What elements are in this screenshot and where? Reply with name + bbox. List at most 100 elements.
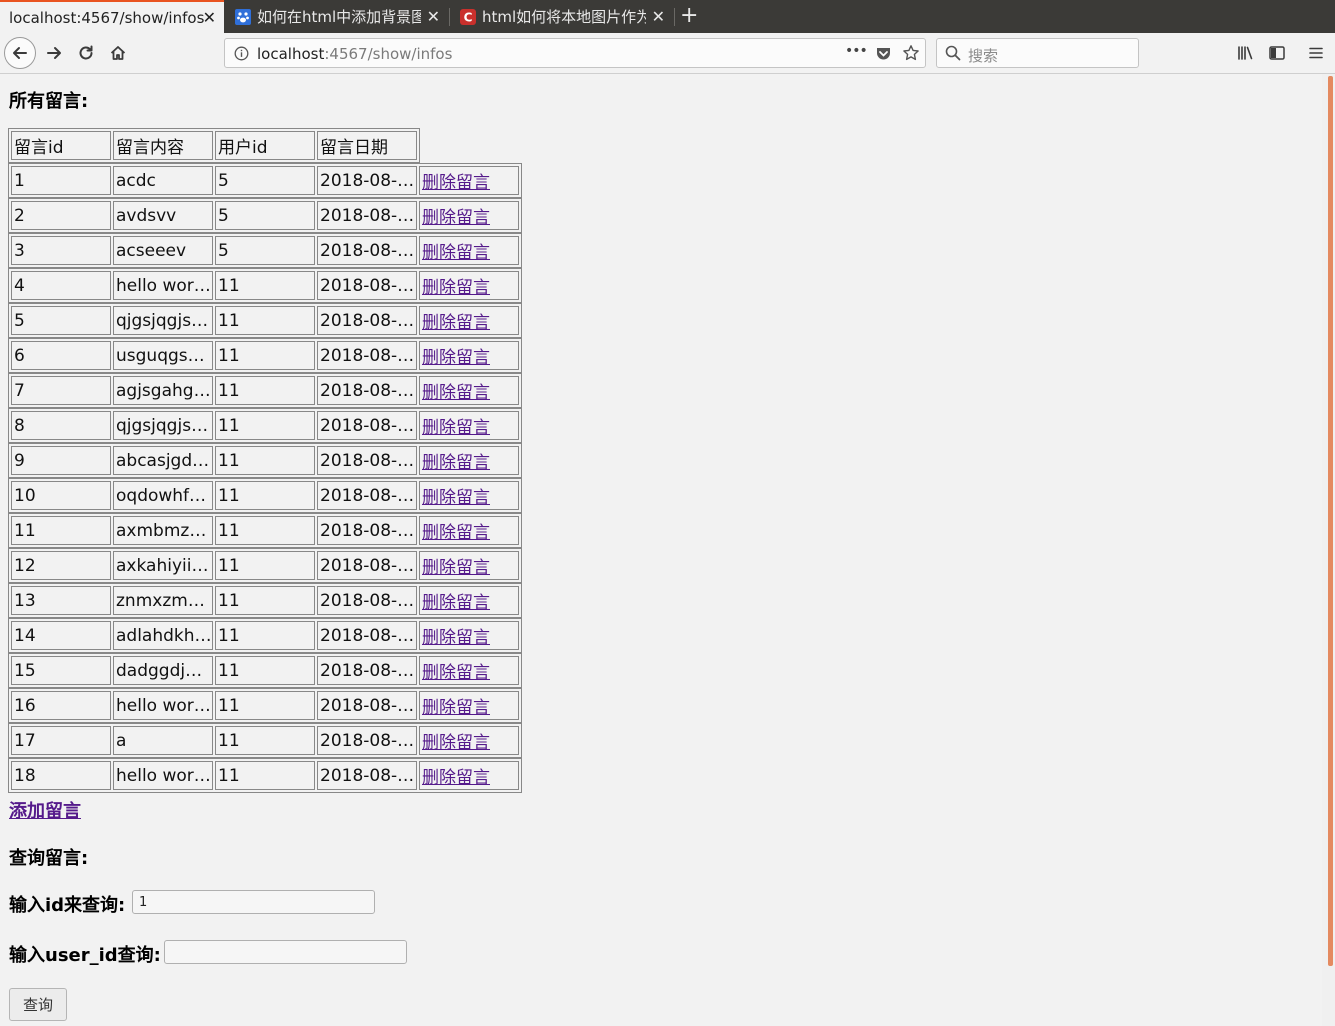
cell-date: 2018-08-07 bbox=[317, 376, 417, 405]
user-id-query-label: 输入user_id查询: bbox=[9, 945, 161, 966]
page-content: 所有留言: 留言id 留言内容 用户id 留言日期 1 acdc 5 2018-08-… bbox=[0, 74, 1322, 1026]
cell-id: 2 bbox=[11, 201, 111, 230]
message-row-table: 16 hello world! 11 2018-08-07 删除留言 bbox=[8, 688, 522, 723]
reload-button[interactable] bbox=[74, 41, 98, 65]
table-row: 3 acseeev 5 2018-08-04 删除留言 bbox=[11, 236, 519, 265]
id-query-input[interactable] bbox=[132, 890, 375, 914]
cell-user-id: 11 bbox=[215, 481, 315, 510]
cell-id: 11 bbox=[11, 516, 111, 545]
url-bar[interactable]: localhost:4567/show/infos ••• bbox=[224, 38, 926, 68]
message-row-table: 15 dadggdjag… 11 2018-08-07 删除留言 bbox=[8, 653, 522, 688]
cell-action: 删除留言 bbox=[419, 481, 519, 510]
star-bookmark-icon[interactable] bbox=[902, 44, 920, 62]
message-row-table: 18 hello world! 11 2018-08-07 删除留言 bbox=[8, 758, 522, 793]
cell-content: hello world! bbox=[113, 691, 213, 720]
cell-id: 15 bbox=[11, 656, 111, 685]
cell-user-id: 11 bbox=[215, 516, 315, 545]
back-button[interactable] bbox=[4, 37, 36, 69]
tab-title: 如何在html中添加背景图 bbox=[257, 8, 421, 26]
cell-content: qjgsjqgjsvsch bbox=[113, 411, 213, 440]
cell-user-id: 11 bbox=[215, 586, 315, 615]
info-icon[interactable] bbox=[234, 46, 249, 61]
query-button[interactable]: 查询 bbox=[9, 988, 67, 1021]
cell-date: 2018-08-07 bbox=[317, 341, 417, 370]
cell-id: 4 bbox=[11, 271, 111, 300]
delete-message-link[interactable]: 删除留言 bbox=[422, 768, 490, 788]
cell-action: 删除留言 bbox=[419, 341, 519, 370]
cell-action: 删除留言 bbox=[419, 551, 519, 580]
delete-message-link[interactable]: 删除留言 bbox=[422, 208, 490, 228]
delete-message-link[interactable]: 删除留言 bbox=[422, 173, 490, 193]
cell-content: abcasjgdgw bbox=[113, 446, 213, 475]
cell-id: 13 bbox=[11, 586, 111, 615]
user-id-query-input[interactable] bbox=[164, 940, 407, 964]
cell-date: 2018-08-07 bbox=[317, 551, 417, 580]
search-icon bbox=[945, 45, 961, 61]
pocket-icon[interactable] bbox=[875, 45, 892, 62]
delete-message-link[interactable]: 删除留言 bbox=[422, 488, 490, 508]
message-row-table: 11 axmbmzx… 11 2018-08-07 删除留言 bbox=[8, 513, 522, 548]
cell-id: 17 bbox=[11, 726, 111, 755]
page-actions-button[interactable]: ••• bbox=[845, 43, 868, 59]
cell-content: hello world! bbox=[113, 761, 213, 790]
cell-action: 删除留言 bbox=[419, 446, 519, 475]
home-button[interactable] bbox=[106, 41, 130, 65]
cell-user-id: 11 bbox=[215, 691, 315, 720]
delete-message-link[interactable]: 删除留言 bbox=[422, 348, 490, 368]
table-header-row: 留言id 留言内容 用户id 留言日期 bbox=[11, 131, 417, 160]
cell-date: 2018-08-07 bbox=[317, 516, 417, 545]
close-tab-icon[interactable]: ✕ bbox=[427, 8, 440, 25]
cell-content: acdc bbox=[113, 166, 213, 195]
table-row: 9 abcasjgdgw 11 2018-08-07 删除留言 bbox=[11, 446, 519, 475]
cell-user-id: 11 bbox=[215, 411, 315, 440]
cell-user-id: 5 bbox=[215, 236, 315, 265]
sidebar-icon[interactable] bbox=[1268, 44, 1286, 62]
new-tab-button[interactable]: + bbox=[680, 3, 698, 29]
table-row: 18 hello world! 11 2018-08-07 删除留言 bbox=[11, 761, 519, 790]
cell-id: 9 bbox=[11, 446, 111, 475]
close-tab-icon[interactable]: ✕ bbox=[203, 9, 216, 26]
url-text[interactable]: localhost:4567/show/infos bbox=[257, 45, 452, 63]
library-icon[interactable] bbox=[1236, 44, 1254, 62]
delete-message-link[interactable]: 删除留言 bbox=[422, 418, 490, 438]
delete-message-link[interactable]: 删除留言 bbox=[422, 628, 490, 648]
table-row: 12 axkahiyiiu… 11 2018-08-07 删除留言 bbox=[11, 551, 519, 580]
cell-content: adlahdkhs… bbox=[113, 621, 213, 650]
delete-message-link[interactable]: 删除留言 bbox=[422, 278, 490, 298]
forward-button[interactable] bbox=[42, 41, 66, 65]
cell-user-id: 11 bbox=[215, 446, 315, 475]
tab-background-image[interactable]: 如何在html中添加背景图 ✕ bbox=[226, 0, 448, 33]
delete-message-link[interactable]: 删除留言 bbox=[422, 453, 490, 473]
cell-content: znmxzmb… bbox=[113, 586, 213, 615]
table-row: 7 agjsgahgh… 11 2018-08-07 删除留言 bbox=[11, 376, 519, 405]
close-tab-icon[interactable]: ✕ bbox=[652, 8, 665, 25]
cell-id: 14 bbox=[11, 621, 111, 650]
scrollbar-thumb[interactable] bbox=[1328, 76, 1333, 966]
add-message-link[interactable]: 添加留言 bbox=[9, 797, 81, 823]
delete-message-link[interactable]: 删除留言 bbox=[422, 243, 490, 263]
cell-date: 2018-08-07 bbox=[317, 271, 417, 300]
delete-message-link[interactable]: 删除留言 bbox=[422, 663, 490, 683]
delete-message-link[interactable]: 删除留言 bbox=[422, 593, 490, 613]
message-row-table: 3 acseeev 5 2018-08-04 删除留言 bbox=[8, 233, 522, 268]
cell-action: 删除留言 bbox=[419, 586, 519, 615]
delete-message-link[interactable]: 删除留言 bbox=[422, 733, 490, 753]
cell-content: oqdowhfeltjl bbox=[113, 481, 213, 510]
message-row-table: 13 znmxzmb… 11 2018-08-07 删除留言 bbox=[8, 583, 522, 618]
message-row-table: 1 acdc 5 2018-08-04 删除留言 bbox=[8, 163, 522, 198]
delete-message-link[interactable]: 删除留言 bbox=[422, 558, 490, 578]
menu-icon[interactable] bbox=[1307, 44, 1325, 62]
tab-local-image[interactable]: C html如何将本地图片作为 ✕ bbox=[451, 0, 673, 33]
delete-message-link[interactable]: 删除留言 bbox=[422, 383, 490, 403]
cell-id: 12 bbox=[11, 551, 111, 580]
delete-message-link[interactable]: 删除留言 bbox=[422, 523, 490, 543]
table-row: 4 hello world! 11 2018-08-07 删除留言 bbox=[11, 271, 519, 300]
delete-message-link[interactable]: 删除留言 bbox=[422, 698, 490, 718]
cell-id: 1 bbox=[11, 166, 111, 195]
search-box[interactable]: 搜索 bbox=[936, 38, 1139, 68]
all-messages-title: 所有留言: bbox=[9, 91, 89, 112]
cell-content: a bbox=[113, 726, 213, 755]
delete-message-link[interactable]: 删除留言 bbox=[422, 313, 490, 333]
tab-show-infos[interactable]: localhost:4567/show/infos ✕ bbox=[0, 0, 224, 33]
cell-action: 删除留言 bbox=[419, 271, 519, 300]
